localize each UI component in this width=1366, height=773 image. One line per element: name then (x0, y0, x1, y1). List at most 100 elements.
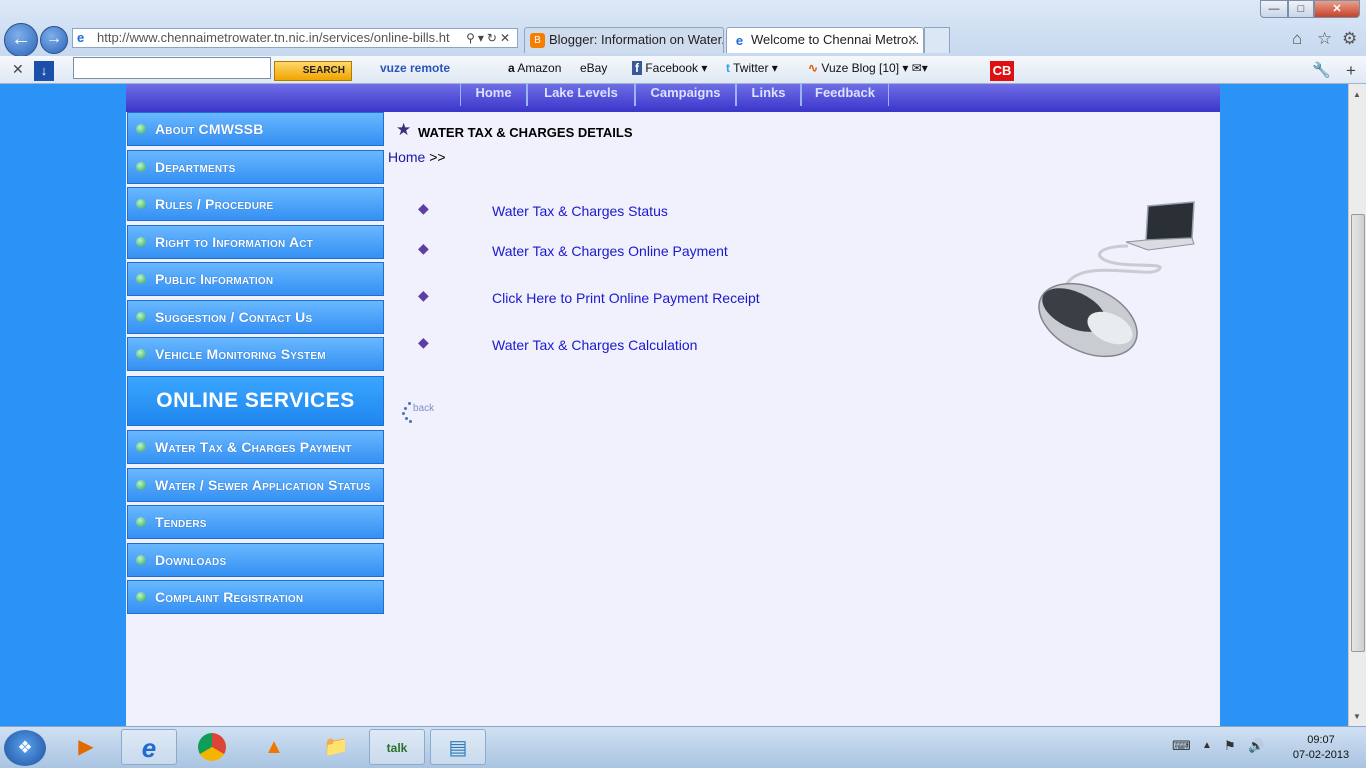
cb-icon[interactable]: CB (990, 61, 1014, 81)
sidebar-item-application-status[interactable]: Water / Sewer Application Status (127, 468, 384, 502)
bullet-icon (136, 274, 146, 284)
amazon-label: Amazon (517, 61, 562, 75)
start-button[interactable]: ❖ (4, 730, 46, 766)
sidebar-item-departments[interactable]: Departments (127, 150, 384, 184)
breadcrumb-separator: >> (429, 149, 446, 165)
bullet-icon (136, 124, 146, 134)
facebook-label: Facebook (645, 61, 699, 75)
tab-chennai-metro[interactable]: e Welcome to Chennai Metro... ✕ (726, 27, 924, 53)
show-hidden-icons-icon[interactable]: ▲ (1202, 740, 1212, 751)
breadcrumb-home-link[interactable]: Home (388, 149, 425, 165)
close-toolbar-icon[interactable]: ✕ (12, 61, 24, 78)
sidebar-item-vehicle[interactable]: Vehicle Monitoring System (127, 337, 384, 371)
sidebar-item-label: Rules / Procedure (155, 196, 274, 212)
print-receipt-link[interactable]: Click Here to Print Online Payment Recei… (492, 290, 760, 306)
address-bar[interactable]: e http://www.chennaimetrowater.tn.nic.in/… (72, 28, 518, 48)
amazon-button[interactable]: a Amazon (508, 61, 561, 75)
settings-gear-icon[interactable]: ⚙ (1342, 29, 1357, 49)
tab-blogger[interactable]: B Blogger: Information on Water... (524, 27, 724, 53)
nav-home[interactable]: Home (460, 84, 527, 106)
clock-date: 07-02-2013 (1292, 749, 1350, 761)
sidebar-item-label: Departments (155, 159, 236, 175)
bullet-icon (136, 555, 146, 565)
page-viewport: Home Lake Levels Campaigns Links Feedbac… (0, 84, 1348, 726)
forward-button[interactable]: → (40, 26, 68, 54)
file-explorer-icon[interactable]: 📁 (308, 729, 364, 765)
vuze-blog-button[interactable]: ∿ Vuze Blog [10] ▾ ✉▾ (808, 61, 928, 75)
page-title: WATER TAX & CHARGES DETAILS (418, 125, 633, 140)
sidebar-item-public-info[interactable]: Public Information (127, 262, 384, 296)
star-icon: ★ (396, 120, 412, 139)
address-controls[interactable]: ⚲▾↻✕ (466, 29, 513, 47)
address-url: http://www.chennaimetrowater.tn.nic.in/s… (97, 30, 450, 45)
sidebar-item-tenders[interactable]: Tenders (127, 505, 384, 539)
search-button[interactable]: SEARCH (274, 61, 352, 81)
system-clock[interactable]: 09:07 07-02-2013 (1286, 733, 1356, 763)
scroll-down-arrow-icon[interactable]: ▼ (1353, 712, 1361, 721)
nav-links[interactable]: Links (736, 84, 801, 106)
breadcrumb: Home >> (388, 149, 446, 165)
wrench-icon[interactable]: 🔧 (1312, 61, 1331, 79)
ie-page-icon: e (77, 30, 85, 45)
media-player-icon[interactable]: ▶ (58, 729, 114, 765)
ebay-button[interactable]: eBay (580, 61, 607, 75)
vuze-blog-count: [10] (879, 61, 900, 75)
top-navigation: Home Lake Levels Campaigns Links Feedbac… (126, 84, 1220, 112)
nav-lake-levels[interactable]: Lake Levels (527, 84, 635, 106)
minimize-button[interactable]: — (1260, 0, 1288, 18)
toolbar-search-input[interactable] (73, 57, 271, 79)
online-payment-link[interactable]: Water Tax & Charges Online Payment (492, 243, 728, 259)
sidebar-item-label: About CMWSSB (155, 121, 264, 137)
sidebar-item-label: Water Tax & Charges Payment (155, 439, 352, 455)
twitter-button[interactable]: t Twitter ▾ (726, 61, 778, 75)
sidebar-item-water-tax-payment[interactable]: Water Tax & Charges Payment (127, 430, 384, 464)
sidebar-item-complaint[interactable]: Complaint Registration (127, 580, 384, 614)
back-label: back (413, 403, 435, 414)
vertical-scrollbar[interactable]: ▲ ▼ (1348, 84, 1366, 726)
sidebar-item-about[interactable]: About CMWSSB (127, 112, 384, 146)
maximize-button[interactable]: □ (1288, 0, 1314, 18)
sidebar-item-label: Complaint Registration (155, 589, 304, 605)
sidebar-item-suggestion[interactable]: Suggestion / Contact Us (127, 300, 384, 334)
google-talk-icon[interactable]: talk (369, 729, 425, 765)
ie-tab-icon: e (732, 33, 747, 48)
computer-mouse-illustration (1038, 201, 1195, 358)
vuze-remote-button[interactable]: vuze remote (380, 61, 450, 75)
sidebar-item-label: Downloads (155, 552, 227, 568)
facebook-icon: f (632, 61, 642, 75)
nav-campaigns[interactable]: Campaigns (635, 84, 736, 106)
nav-feedback[interactable]: Feedback (801, 84, 889, 106)
sidebar-item-rti[interactable]: Right to Information Act (127, 225, 384, 259)
internet-explorer-icon[interactable]: e (121, 729, 177, 765)
notepad-icon[interactable]: ▤ (430, 729, 486, 765)
sidebar-item-label: Tenders (155, 514, 207, 530)
diamond-bullet-icon: ◆ (418, 240, 429, 256)
add-icon[interactable]: + (1346, 61, 1356, 81)
close-window-button[interactable]: ✕ (1314, 0, 1360, 18)
action-center-flag-icon[interactable]: ⚑ (1224, 738, 1236, 754)
keyboard-icon[interactable]: ⌨ (1172, 738, 1191, 754)
diamond-bullet-icon: ◆ (418, 334, 429, 350)
water-tax-status-link[interactable]: Water Tax & Charges Status (492, 203, 668, 219)
sidebar-item-downloads[interactable]: Downloads (127, 543, 384, 577)
tax-calculation-link[interactable]: Water Tax & Charges Calculation (492, 337, 697, 353)
facebook-button[interactable]: f Facebook ▾ (632, 61, 707, 75)
favorites-star-icon[interactable]: ☆ (1317, 29, 1332, 49)
bullet-icon (136, 162, 146, 172)
home-icon[interactable]: ⌂ (1292, 29, 1302, 49)
clock-time: 09:07 (1307, 734, 1335, 746)
blogger-icon: B (530, 33, 545, 48)
toolbar-logo-icon[interactable]: ↓ (34, 61, 54, 81)
bullet-icon (136, 517, 146, 527)
close-tab-icon[interactable]: ✕ (907, 28, 918, 52)
back-button[interactable]: ← (4, 23, 38, 57)
sidebar-item-rules[interactable]: Rules / Procedure (127, 187, 384, 221)
volume-icon[interactable]: 🔊 (1248, 738, 1264, 754)
vlc-icon[interactable]: ▲ (246, 729, 302, 765)
scroll-up-arrow-icon[interactable]: ▲ (1353, 90, 1361, 99)
bullet-icon (136, 592, 146, 602)
chrome-icon[interactable] (184, 729, 240, 765)
scroll-thumb[interactable] (1351, 214, 1365, 652)
new-tab-button[interactable] (924, 27, 950, 53)
windows-logo-icon: ❖ (17, 738, 33, 757)
